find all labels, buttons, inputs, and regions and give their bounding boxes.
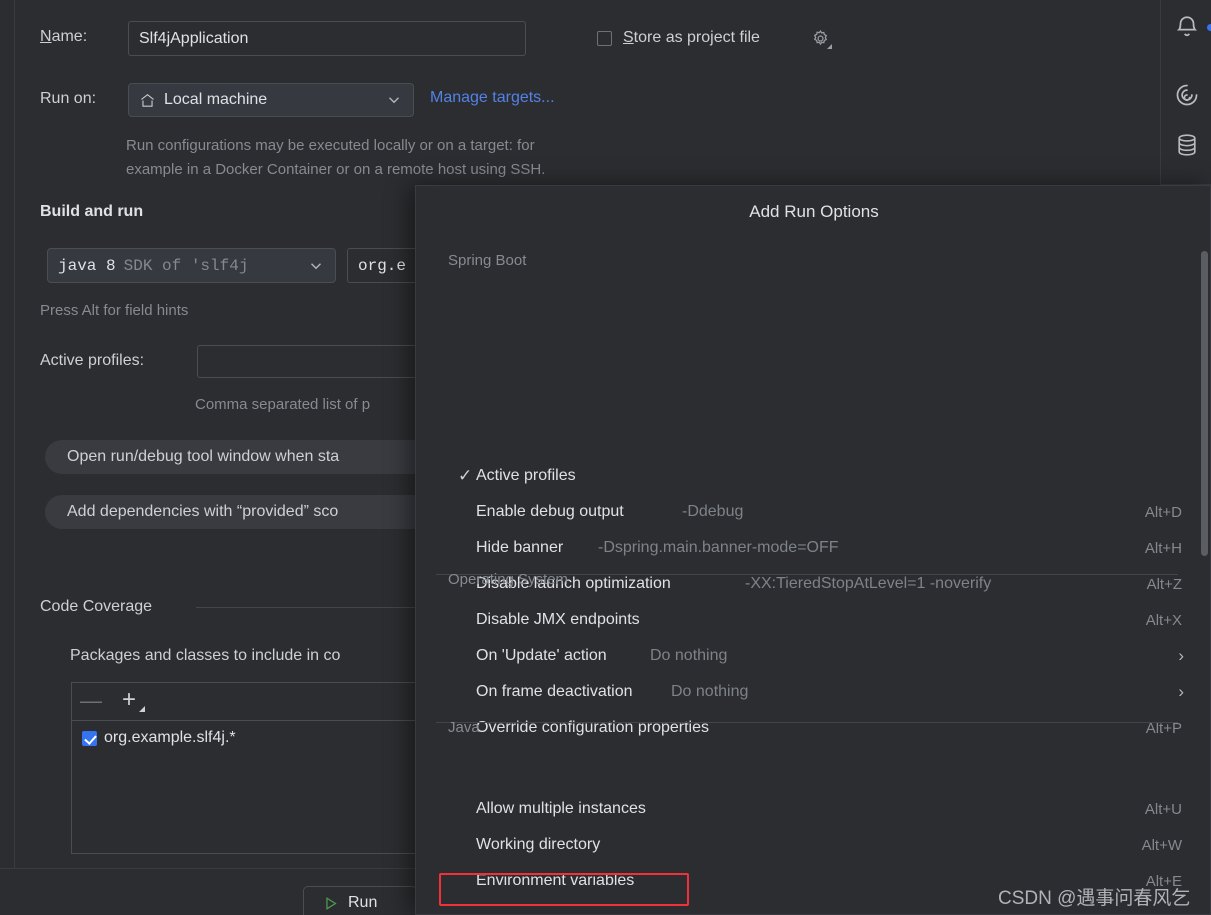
run-on-hint-line2: example in a Docker Container or on a re…	[126, 161, 546, 178]
code-coverage-rule	[196, 607, 434, 608]
run-button[interactable]: Run	[303, 886, 417, 915]
ai-assistant-icon[interactable]	[1174, 82, 1200, 108]
popup-title: Add Run Options	[749, 202, 879, 221]
menu-item-working-directory-label: Working directory	[476, 836, 601, 853]
notifications-icon[interactable]	[1174, 14, 1211, 40]
plus-dropdown-marker	[139, 706, 145, 712]
manage-targets-link[interactable]: Manage targets...	[430, 89, 555, 107]
popup-scrollbar-thumb[interactable]	[1201, 251, 1208, 556]
jdk-suffix: SDK of 'slf4j	[123, 256, 249, 275]
menu-item-hide-banner-sub: -Dspring.main.banner-mode=OFF	[598, 539, 839, 556]
field-hints-text: Press Alt for field hints	[40, 302, 189, 319]
menu-item-environment-variables-label: Environment variables	[476, 872, 635, 889]
chevron-right-icon: ›	[1178, 646, 1184, 665]
jdk-combo[interactable]: java 8 SDK of 'slf4j	[47, 248, 336, 283]
run-on-hint-line1: Run configurations may be executed local…	[126, 137, 535, 154]
name-label: Name:	[40, 28, 88, 45]
chevron-down-icon	[385, 91, 403, 109]
gear-corner-marker	[827, 44, 832, 49]
active-profiles-hint: Comma separated list of p	[195, 396, 371, 413]
database-icon[interactable]	[1174, 132, 1200, 158]
gear-icon[interactable]	[811, 29, 832, 49]
menu-item-enable-debug-output-shortcut: Alt+D	[1144, 504, 1182, 521]
menu-item-hide-banner-shortcut: Alt+H	[1144, 540, 1182, 557]
active-profiles-label: Active profiles:	[40, 352, 145, 369]
play-icon	[322, 895, 339, 912]
menu-item-disable-jmx-endpoints-shortcut: Alt+X	[1145, 612, 1182, 629]
menu-item-on-frame-deactivation-label: On frame deactivation	[476, 683, 633, 700]
provided-scope-pill[interactable]: Add dependencies with “provided” sco	[45, 495, 430, 529]
chevron-right-icon: ›	[1178, 682, 1184, 701]
menu-item-on-update-action-label: On 'Update' action	[476, 647, 607, 664]
run-on-combo[interactable]: Local machine	[128, 83, 414, 117]
store-as-project-file-label: Store as project file	[623, 29, 760, 46]
menu-item-allow-multiple-instances-shortcut: Alt+U	[1144, 801, 1182, 818]
menu-category-spring-boot: Spring Boot	[448, 252, 527, 269]
notification-badge	[1205, 22, 1211, 33]
chevron-down-icon	[307, 257, 325, 275]
menu-item-hide-banner-label: Hide banner	[476, 539, 564, 556]
minus-icon[interactable]: —	[80, 688, 102, 714]
menu-item-enable-debug-output-sub: -Ddebug	[682, 503, 744, 520]
menu-category-java: Java	[448, 719, 480, 736]
checkmark-icon: ✓	[458, 466, 473, 485]
menu-item-allow-multiple-instances-label: Allow multiple instances	[476, 800, 646, 817]
menu-item-enable-debug-output-label: Enable debug output	[476, 503, 624, 520]
menu-item-on-frame-deactivation-sub: Do nothing	[671, 683, 749, 700]
run-on-value: Local machine	[164, 91, 268, 108]
code-coverage-title: Code Coverage	[40, 598, 161, 616]
plus-icon[interactable]: +	[122, 686, 136, 714]
run-on-label: Run on:	[40, 90, 97, 107]
menu-item-disable-jmx-endpoints-label: Disable JMX endpoints	[476, 611, 640, 628]
screenshot-root: 4jApplication.java ✕ ✓	[0, 0, 1211, 915]
run-button-label: Run	[348, 894, 378, 911]
open-tool-window-pill[interactable]: Open run/debug tool window when sta	[45, 440, 430, 474]
dialog-split-divider	[14, 0, 15, 868]
menu-separator	[436, 722, 1178, 723]
coverage-item-checkbox[interactable]	[82, 731, 97, 746]
coverage-description: Packages and classes to include in co	[70, 647, 341, 664]
name-input[interactable]: Slf4jApplication	[128, 21, 526, 56]
store-as-project-file-checkbox[interactable]	[597, 31, 612, 46]
jdk-value: java 8	[58, 256, 116, 275]
menu-item-on-update-action-sub: Do nothing	[650, 647, 728, 664]
watermark: CSDN @遇事问春风乞	[998, 888, 1191, 909]
menu-item-disable-launch-optimization-shortcut: Alt+Z	[1146, 576, 1182, 593]
menu-item-active-profiles-label: Active profiles	[476, 467, 576, 484]
list-item[interactable]: org.example.slf4j.*	[104, 729, 236, 747]
build-and-run-title: Build and run	[40, 203, 144, 220]
home-icon	[139, 92, 156, 109]
menu-item-disable-launch-optimization-sub: -XX:TieredStopAtLevel=1 -noverify	[745, 575, 992, 592]
add-run-options-popup: Add Run Options Spring Boot ✓ Active pro…	[415, 185, 1211, 915]
menu-item-working-directory-shortcut: Alt+W	[1141, 837, 1182, 854]
menu-category-operating-system: Operating System	[448, 571, 569, 588]
